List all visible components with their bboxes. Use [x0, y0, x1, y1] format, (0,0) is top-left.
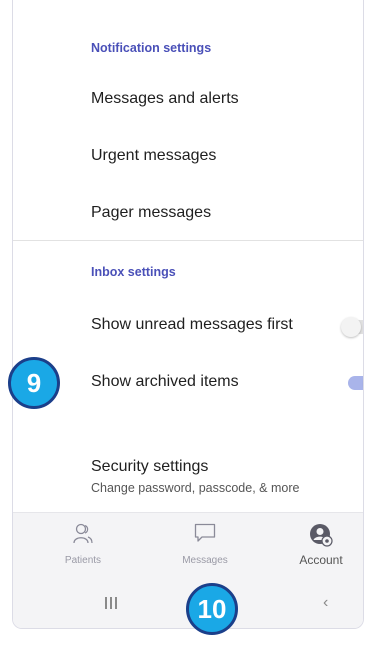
section-divider [13, 240, 363, 241]
phone-screen: Notification settings Messages and alert… [12, 0, 364, 629]
bottom-navigation: Patients Messages Account [13, 512, 363, 573]
nav-patients[interactable]: Patients [33, 513, 133, 573]
show-archived-items-label: Show archived items [91, 373, 239, 390]
security-settings-item[interactable]: Security settings [91, 458, 208, 476]
toggle-knob [341, 317, 361, 337]
callout-badge-9: 9 [8, 357, 60, 409]
messages-icon [194, 523, 216, 548]
security-settings-subtitle: Change password, passcode, & more [91, 481, 300, 495]
show-archived-items-toggle[interactable] [348, 376, 363, 390]
notification-settings-header: Notification settings [91, 41, 212, 55]
nav-messages-label: Messages [182, 555, 228, 566]
show-unread-first-label: Show unread messages first [91, 316, 293, 333]
back-icon[interactable]: ‹ [323, 594, 328, 612]
patients-icon [73, 523, 93, 550]
show-unread-first-toggle[interactable] [341, 317, 363, 337]
nav-messages[interactable]: Messages [155, 513, 255, 573]
nav-account-label: Account [299, 553, 343, 567]
urgent-messages-item[interactable]: Urgent messages [91, 147, 216, 165]
nav-patients-label: Patients [64, 555, 102, 566]
inbox-settings-header: Inbox settings [91, 265, 176, 279]
nav-account[interactable]: Account [271, 513, 363, 573]
callout-badge-10: 10 [186, 583, 238, 635]
pager-messages-item[interactable]: Pager messages [91, 204, 211, 222]
recent-apps-icon[interactable] [105, 596, 120, 614]
messages-and-alerts-item[interactable]: Messages and alerts [91, 90, 239, 108]
account-icon [309, 523, 333, 552]
